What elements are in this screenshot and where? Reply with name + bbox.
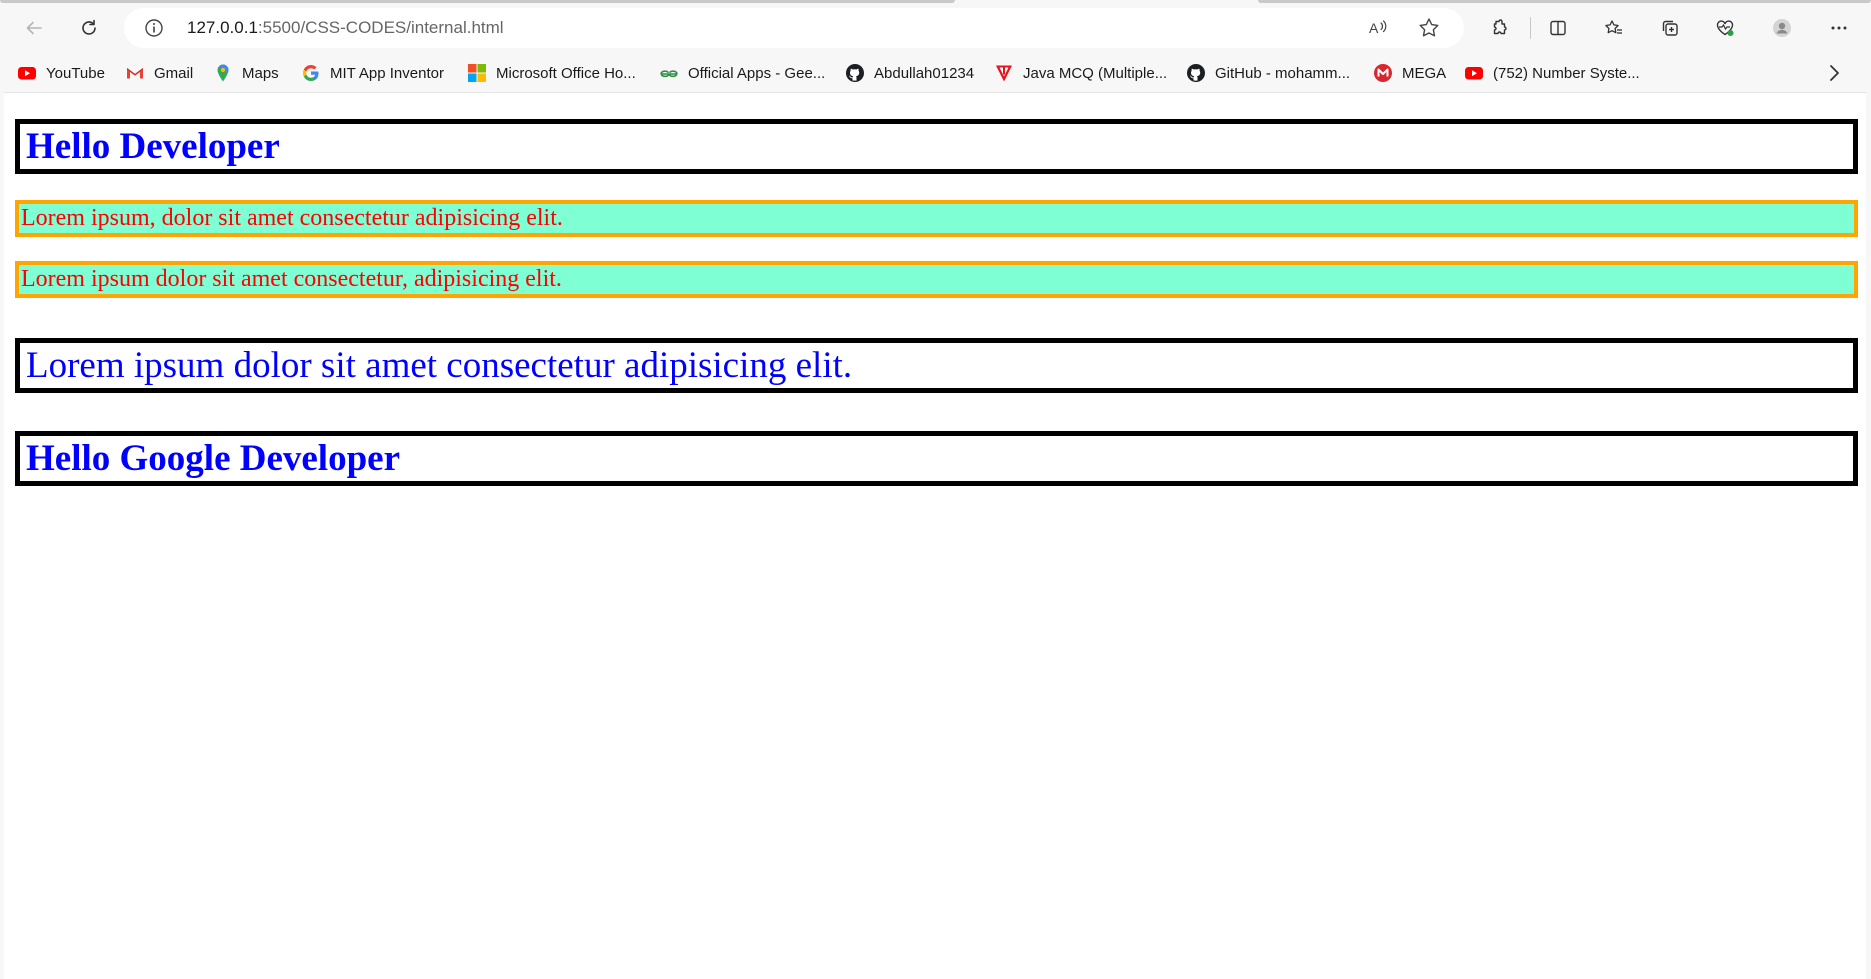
browser-toolbar: 127.0.0.1:5500/CSS-CODES/internal.html A (0, 0, 1871, 56)
toolbar-separator (1530, 17, 1531, 39)
gmail-icon (125, 63, 145, 83)
favorites-icon (1605, 20, 1622, 34)
extensions-button[interactable] (1483, 12, 1515, 44)
tab-strip-edge (0, 0, 955, 3)
url-path: :5500/CSS-CODES/internal.html (257, 18, 504, 37)
collections-icon (1662, 20, 1678, 36)
paragraph-lorem-2: Lorem ipsum dolor sit amet consectetur, … (15, 261, 1858, 298)
maps-icon (213, 63, 233, 83)
favorite-star-icon[interactable] (1417, 16, 1441, 40)
bookmark-geeksforgeeks[interactable]: Official Apps - Gee... (659, 56, 825, 90)
github-icon (1186, 63, 1206, 83)
page-content: Hello Developer Lorem ipsum, dolor sit a… (15, 119, 1858, 486)
mega-icon (1373, 63, 1393, 83)
browser-essentials-icon (1716, 20, 1734, 36)
bookmark-label: YouTube (46, 64, 105, 82)
geeksforgeeks-icon (659, 63, 679, 83)
bookmark-label: Abdullah01234 (874, 64, 975, 82)
collections-button[interactable] (1654, 12, 1686, 44)
back-button[interactable] (18, 12, 50, 44)
extensions-icon (1493, 19, 1507, 35)
bookmark-label: Official Apps - Gee... (688, 64, 826, 82)
chevron-right-icon[interactable] (1822, 61, 1846, 85)
large-text-lorem: Lorem ipsum dolor sit amet consectetur a… (15, 338, 1858, 393)
heading-hello-developer: Hello Developer (15, 119, 1858, 174)
bookmark-abdullah01234[interactable]: Abdullah01234 (845, 56, 974, 90)
bookmark-youtube[interactable]: YouTube (17, 56, 105, 90)
more-button[interactable] (1823, 12, 1855, 44)
bookmark-mega[interactable]: MEGA (1373, 56, 1446, 90)
profile-button[interactable] (1766, 12, 1798, 44)
info-icon[interactable] (144, 18, 164, 38)
back-icon (26, 21, 42, 35)
bookmark-label: MEGA (1402, 64, 1447, 82)
profile-icon (1773, 19, 1791, 37)
youtube-icon (1464, 63, 1484, 83)
bookmark-label: GitHub - mohamm... (1215, 64, 1351, 82)
favorites-button[interactable] (1598, 12, 1630, 44)
svg-text:A: A (1369, 20, 1379, 36)
bookmark-microsoft-office[interactable]: Microsoft Office Ho... (467, 56, 636, 90)
bookmark-mit-app-inventor[interactable]: MIT App Inventor (301, 56, 444, 90)
refresh-icon (82, 19, 96, 35)
read-aloud-icon[interactable]: A (1366, 16, 1390, 40)
address-bar[interactable]: 127.0.0.1:5500/CSS-CODES/internal.html A (124, 8, 1464, 48)
bookmark-label: (752) Number Syste... (1493, 64, 1640, 82)
browser-essentials-button[interactable] (1709, 12, 1741, 44)
bookmark-number-system[interactable]: (752) Number Syste... (1464, 56, 1640, 90)
microsoft-icon (467, 63, 487, 83)
bookmarks-bar: YouTube Gmail Maps MIT App Inventor Micr… (0, 56, 1871, 90)
bookmark-label: Microsoft Office Ho... (496, 64, 636, 82)
testbook-icon (994, 63, 1014, 83)
refresh-button[interactable] (73, 12, 105, 44)
split-screen-icon (1550, 20, 1566, 36)
bookmark-java-mcq[interactable]: Java MCQ (Multiple... (994, 56, 1167, 90)
url-text[interactable]: 127.0.0.1:5500/CSS-CODES/internal.html (187, 8, 504, 48)
web-page-viewport: Hello Developer Lorem ipsum, dolor sit a… (4, 92, 1866, 979)
more-icon (1831, 26, 1847, 30)
split-screen-button[interactable] (1542, 12, 1574, 44)
github-icon (845, 63, 865, 83)
url-host: 127.0.0.1 (187, 18, 258, 37)
bookmark-maps[interactable]: Maps (213, 56, 279, 90)
bookmark-gmail[interactable]: Gmail (125, 56, 193, 90)
bookmark-label: Maps (242, 64, 279, 82)
bookmark-github-mohamm[interactable]: GitHub - mohamm... (1186, 56, 1350, 90)
heading-hello-google-developer: Hello Google Developer (15, 431, 1858, 486)
paragraph-lorem-1: Lorem ipsum, dolor sit amet consectetur … (15, 200, 1858, 237)
bookmark-label: Java MCQ (Multiple... (1023, 64, 1168, 82)
google-icon (301, 63, 321, 83)
bookmark-label: MIT App Inventor (330, 64, 444, 82)
youtube-icon (17, 63, 37, 83)
tab-strip-edge (1258, 0, 1871, 3)
bookmark-label: Gmail (154, 64, 194, 82)
